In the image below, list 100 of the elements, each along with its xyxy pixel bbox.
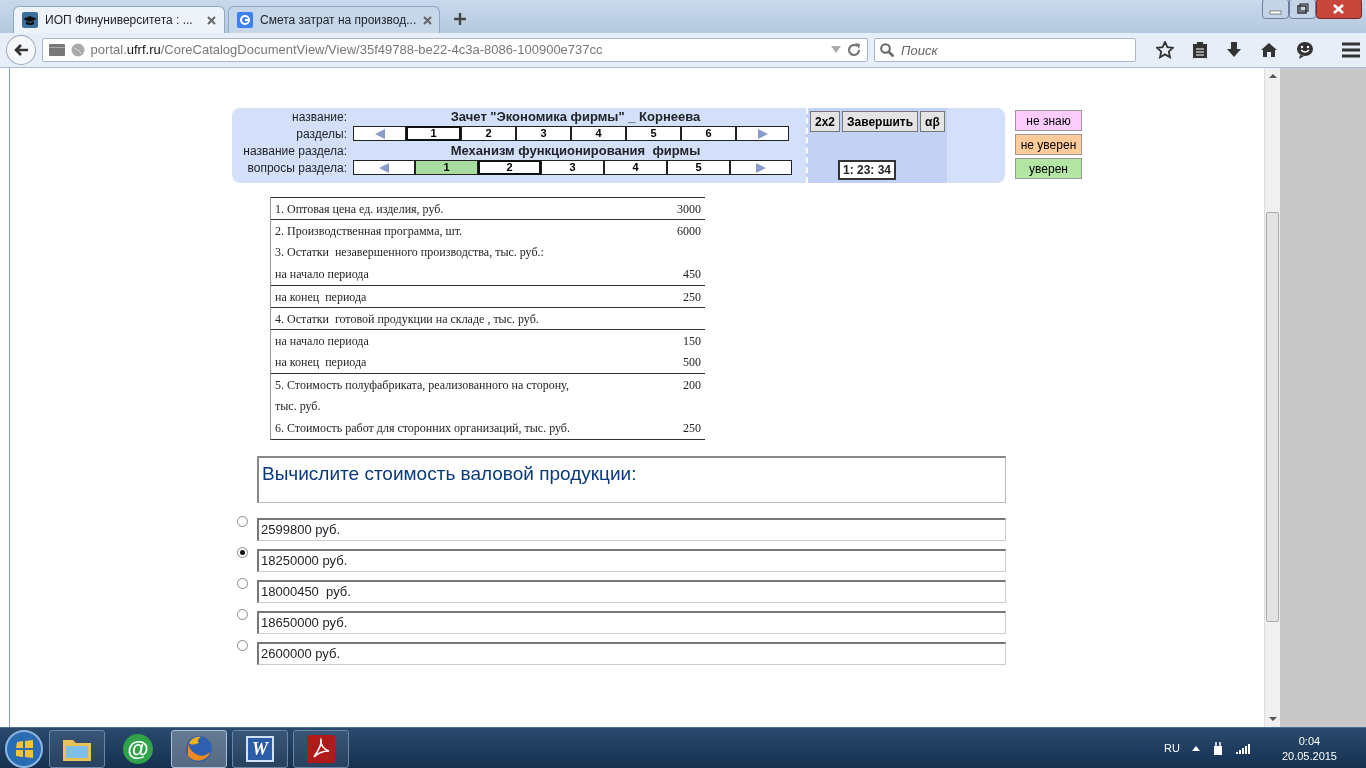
prev-button[interactable] — [353, 126, 406, 141]
radio-button[interactable] — [237, 516, 248, 527]
section-tab[interactable]: 3 — [516, 126, 571, 141]
timer: 1: 23: 34 — [838, 160, 897, 180]
confidence-button[interactable]: не уверен — [1015, 134, 1082, 155]
search-field[interactable]: Поиск — [874, 38, 1136, 62]
start-orb-icon[interactable] — [4, 728, 44, 768]
apps-grid-icon — [48, 44, 65, 56]
table-cell-text: 200 — [683, 376, 701, 394]
globe-fox-icon — [184, 733, 214, 764]
taskbar-button[interactable] — [49, 729, 105, 768]
tool-button[interactable]: Завершить — [842, 111, 919, 132]
search-icon — [880, 43, 894, 57]
scrollbar[interactable] — [1264, 68, 1280, 727]
browser-tab[interactable]: ИОП Финуниверситета : ... — [13, 6, 225, 33]
answer-field[interactable]: 2600000 руб. — [257, 642, 1006, 665]
menu-icon[interactable] — [1342, 42, 1360, 58]
back-arrow-icon — [12, 43, 29, 57]
answer-field[interactable]: 18250000 руб. — [257, 549, 1006, 572]
field-label: разделы: — [295, 125, 348, 143]
left-triangle-icon — [379, 163, 389, 173]
question-tab[interactable]: 4 — [604, 160, 667, 175]
question-tab[interactable]: 3 — [541, 160, 604, 175]
right-triangle-icon — [757, 129, 768, 139]
show-hidden-icons-icon[interactable] — [1191, 746, 1200, 751]
restore-icon[interactable] — [1289, 0, 1316, 19]
answer-field[interactable]: 2599800 руб. — [257, 518, 1006, 541]
table-cell-text: 450 — [683, 266, 701, 283]
table-cell-text: 150 — [683, 332, 701, 350]
next-button[interactable] — [736, 126, 789, 141]
section-tab[interactable]: 1 — [406, 126, 461, 141]
prev-button[interactable] — [353, 160, 415, 175]
plug-icon[interactable] — [1211, 741, 1224, 756]
table-cell-text: тыс. руб. — [275, 398, 322, 415]
globe-icon — [70, 43, 85, 57]
new-tab-icon[interactable] — [453, 12, 467, 26]
url-text: portal.ufrf.ru/CoreCatalogDocumentView/View/35f49788-be22-4c3a-8086-100900e737cc — [90, 41, 604, 60]
taskbar-button[interactable] — [293, 729, 349, 768]
table-cell-text: 250 — [683, 288, 701, 306]
language-indicator[interactable]: RU — [1164, 740, 1180, 757]
radio-button[interactable] — [237, 578, 248, 589]
clipboard-icon[interactable] — [1192, 41, 1208, 59]
section-tab[interactable]: 4 — [571, 126, 626, 141]
graduation-cap-icon — [22, 12, 38, 28]
radio-button[interactable] — [237, 547, 248, 558]
test-title: Зачет "Экономика фирмы" _ Корнеева — [449, 108, 702, 126]
scrollbar-thumb[interactable] — [1266, 212, 1279, 622]
table-cell-text: на начало периода — [275, 332, 370, 350]
question-tab[interactable]: 5 — [667, 160, 730, 175]
close-icon[interactable] — [207, 15, 216, 25]
g-logo-icon — [237, 12, 253, 28]
taskbar-button[interactable] — [171, 729, 227, 768]
tool-button[interactable]: αβ — [920, 111, 945, 132]
browser-tab[interactable]: Смета затрат на производ... — [228, 6, 440, 33]
section-tab[interactable]: 2 — [461, 126, 516, 141]
star-icon[interactable] — [1156, 41, 1174, 59]
question-tab[interactable]: 2 — [478, 160, 541, 175]
left-triangle-icon — [374, 129, 385, 139]
question-tab[interactable]: 1 — [415, 160, 478, 175]
table-cell-text: 5. Стоимость полуфабриката, реализованного на сторону, — [275, 376, 570, 394]
right-triangle-icon — [756, 163, 766, 173]
field-label: название: — [291, 108, 348, 126]
table-cell-text: 250 — [683, 420, 701, 437]
radio-button[interactable] — [237, 609, 248, 620]
section-title: Механизм функционирования фирмы — [449, 141, 702, 160]
back-button[interactable] — [6, 35, 36, 65]
table-cell-text: 3000 — [677, 200, 701, 218]
field-label: название раздела: — [242, 142, 348, 160]
section-tab[interactable]: 5 — [626, 126, 681, 141]
confidence-button[interactable]: уверен — [1015, 158, 1082, 179]
document-app-icon: W — [246, 735, 274, 762]
table-cell-text: на начало периода — [275, 266, 370, 283]
next-button[interactable] — [730, 160, 792, 175]
table-cell-text: 6000 — [677, 222, 701, 240]
answer-field[interactable]: 18000450 руб. — [257, 580, 1006, 603]
home-icon[interactable] — [1260, 42, 1278, 58]
tool-button[interactable]: 2x2 — [810, 111, 841, 132]
radio-button[interactable] — [237, 640, 248, 651]
table-cell-text: 1. Оптовая цена ед. изделия, руб. — [275, 200, 445, 218]
smiley-icon[interactable] — [1296, 41, 1314, 59]
clock-date[interactable]: 20.05.2015 — [1281, 748, 1337, 764]
table-cell-text: 2. Производственная программа, шт. — [275, 222, 464, 240]
table-cell-text: 4. Остатки готовой продукции на складе , тыс. руб. — [275, 310, 540, 328]
section-tab[interactable]: 6 — [681, 126, 736, 141]
pdf-reader-icon — [307, 734, 335, 763]
confidence-button[interactable]: не знаю — [1015, 110, 1082, 131]
close-icon[interactable] — [1316, 0, 1362, 19]
table-cell-text: 3. Остатки незавершенного производства, тыс. руб.: — [275, 244, 545, 261]
question-text: Вычислите стоимость валовой продукции: — [257, 456, 1006, 503]
reload-icon[interactable] — [847, 43, 861, 57]
table-cell-text: на конец периода — [275, 288, 368, 306]
address-bar[interactable]: portal.ufrf.ru/CoreCatalogDocumentView/View/35f49788-be22-4c3a-8086-100900e737cc — [41, 38, 868, 62]
taskbar-button[interactable]: W — [232, 729, 288, 768]
download-icon[interactable] — [1226, 41, 1242, 59]
clock-time[interactable]: 0:04 — [1281, 733, 1337, 749]
mail-agent-icon: @ — [123, 733, 153, 764]
signal-bars-icon[interactable] — [1235, 743, 1250, 754]
table-cell-text: 6. Стоимость работ для сторонних организаций, тыс. руб. — [275, 420, 571, 437]
answer-field[interactable]: 18650000 руб. — [257, 611, 1006, 634]
table-cell-text: 500 — [683, 354, 701, 371]
